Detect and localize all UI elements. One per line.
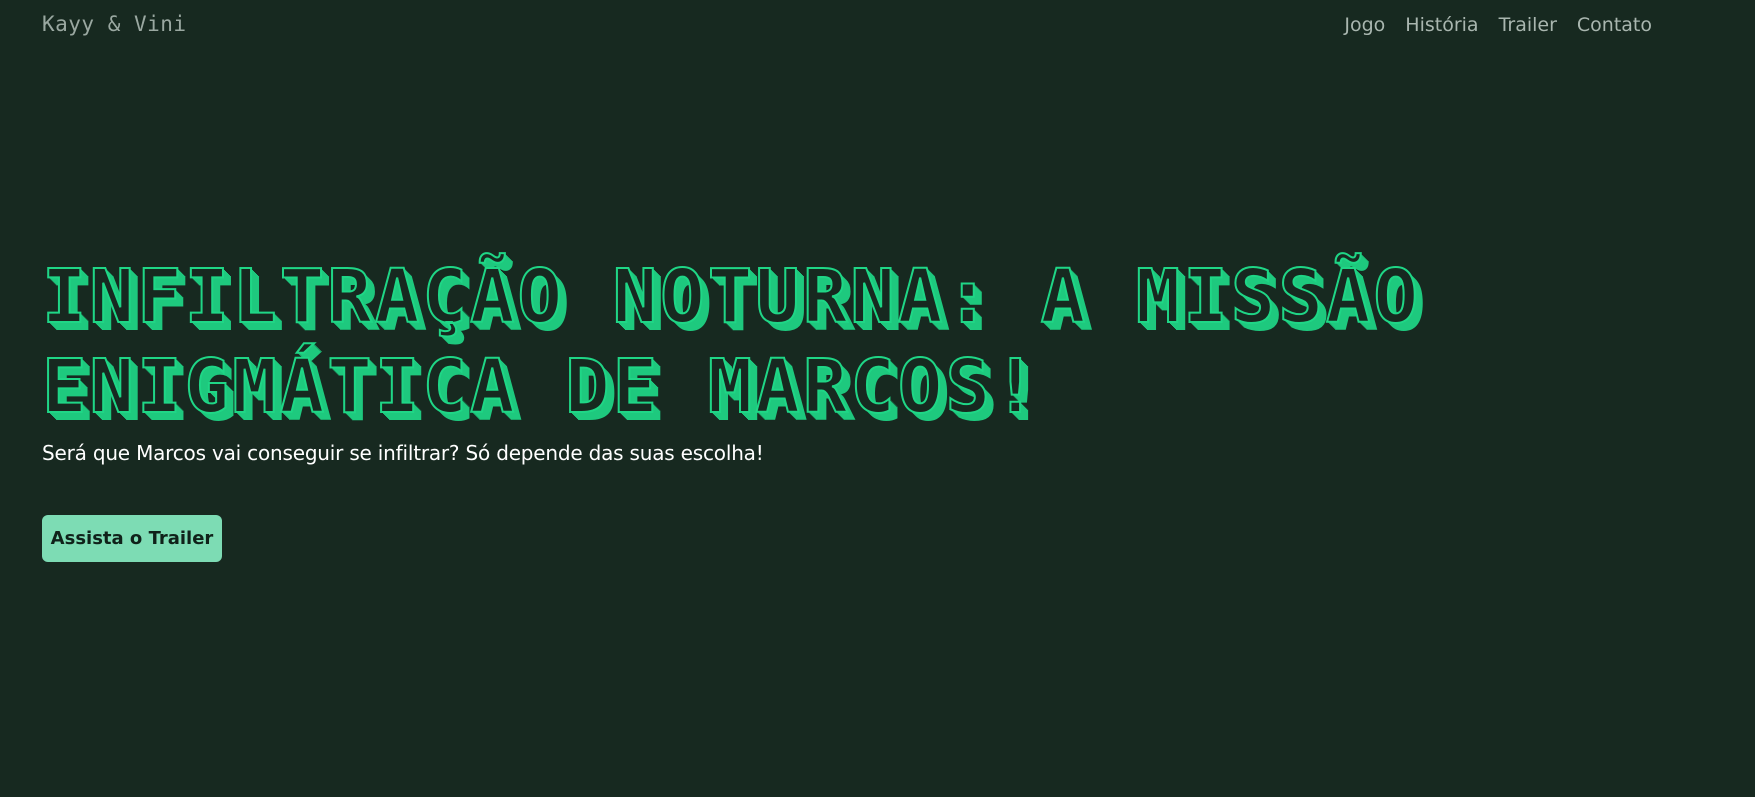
hero-subtitle: Será que Marcos vai conseguir se infiltr… [42,441,764,465]
brand-logo[interactable]: Kayy & Vini [42,12,187,36]
nav-item-jogo[interactable]: Jogo [1344,14,1385,36]
hero-title: INFILTRAÇÃO NOTURNA: A MISSÃO ENIGMÁTICA… [41,253,1422,431]
nav-item-historia[interactable]: História [1405,14,1478,36]
main-nav: Jogo História Trailer Contato [1344,14,1652,36]
nav-item-trailer[interactable]: Trailer [1499,14,1557,36]
nav-item-contato[interactable]: Contato [1577,14,1652,36]
watch-trailer-button[interactable]: Assista o Trailer [42,515,222,562]
